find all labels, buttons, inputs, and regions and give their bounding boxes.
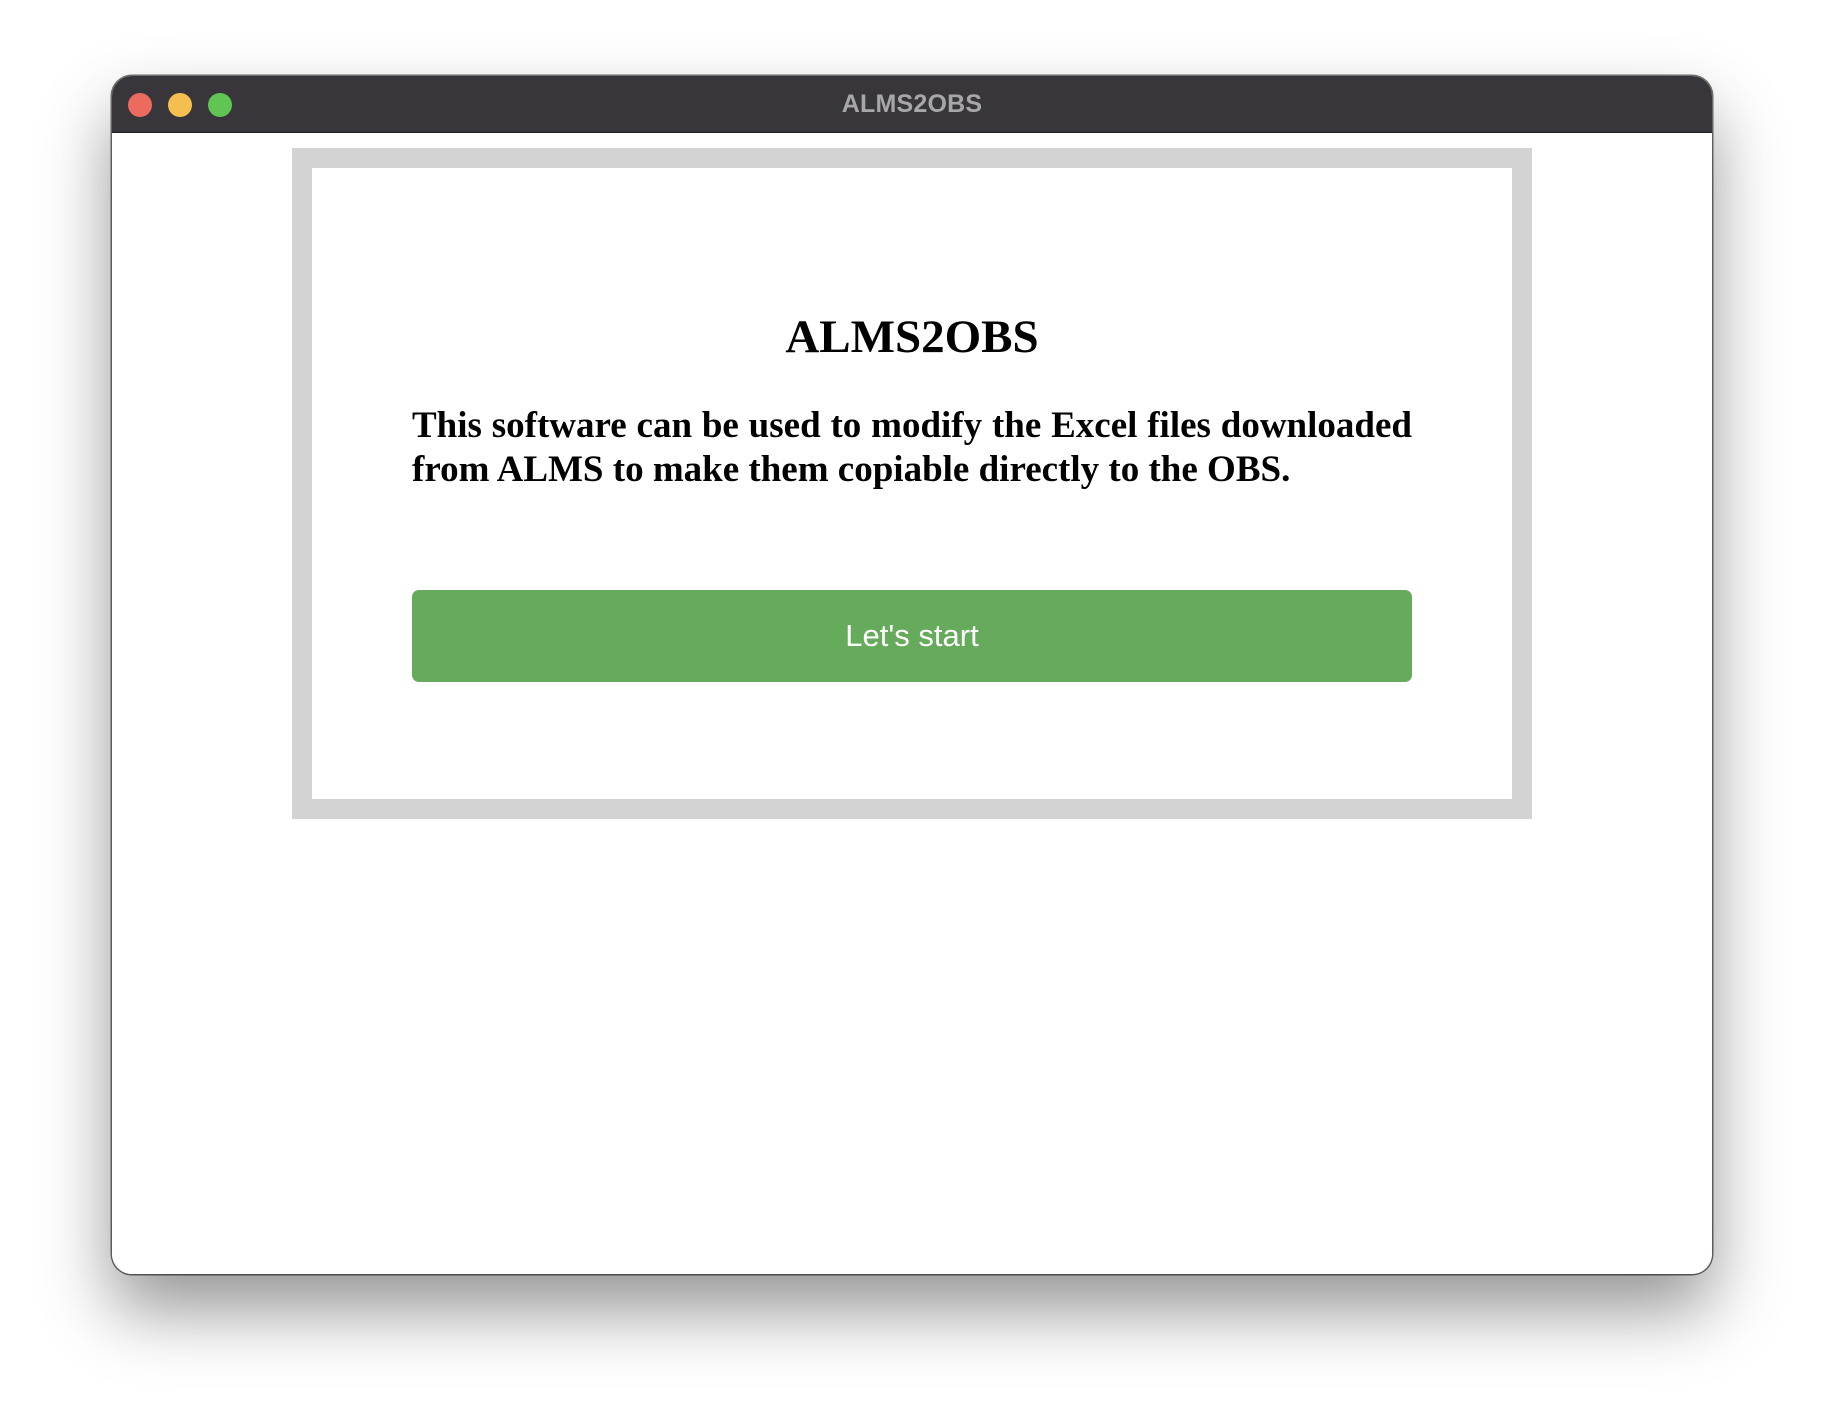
window-content: ALMS2OBS This software can be used to mo… — [112, 133, 1712, 1274]
app-window: ALMS2OBS ALMS2OBS This software can be u… — [112, 76, 1712, 1274]
title-bar[interactable]: ALMS2OBS — [112, 76, 1712, 133]
app-heading: ALMS2OBS — [785, 311, 1039, 363]
window-title: ALMS2OBS — [841, 90, 983, 118]
start-button[interactable]: Let's start — [412, 590, 1412, 682]
intro-card: ALMS2OBS This software can be used to mo… — [292, 148, 1532, 819]
app-description: This software can be used to modify the … — [412, 405, 1412, 490]
